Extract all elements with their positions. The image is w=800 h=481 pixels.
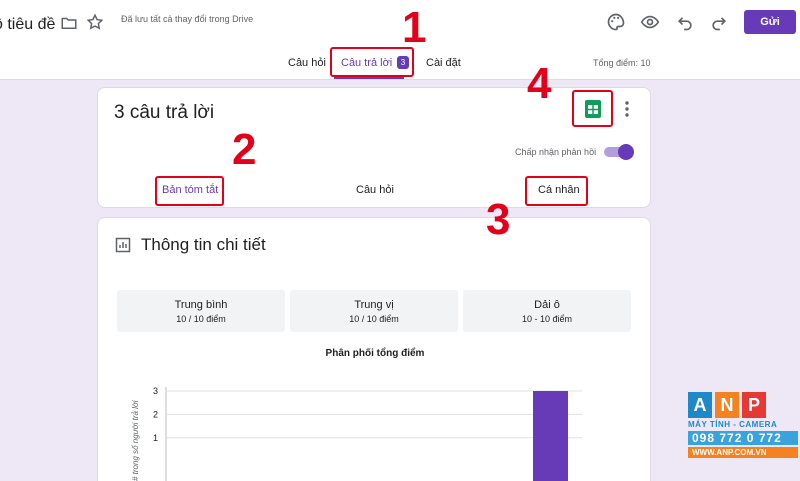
annotation-box-sheets: [572, 90, 613, 127]
undo-icon[interactable]: [675, 12, 695, 32]
more-vert-icon[interactable]: [620, 100, 634, 118]
chart-y-tick-label: 2: [153, 409, 158, 419]
watermark-letter: P: [742, 392, 766, 418]
save-status: Đã lưu tất cả thay đổi trong Drive: [121, 14, 254, 24]
chart-title: Phân phối tổng điểm: [325, 348, 425, 359]
watermark-tagline: MÁY TÍNH - CAMERA: [688, 420, 778, 429]
chart-y-tick-label: 3: [153, 386, 158, 396]
watermark-letter: A: [688, 392, 712, 418]
tab-settings[interactable]: Cài đặt: [426, 57, 461, 69]
stat-range: Dải ô 10 - 10 điểm: [463, 290, 631, 332]
toggle-knob: [618, 144, 634, 160]
annotation-number: 2: [232, 125, 257, 174]
chart-y-tick-label: 1: [153, 433, 158, 443]
stat-label: Trung vị: [354, 299, 394, 311]
accept-responses-label: Chấp nhận phản hồi: [515, 147, 597, 157]
stat-label: Dải ô: [534, 299, 560, 311]
annotation-number: 1: [402, 3, 427, 52]
stat-average: Trung bình 10 / 10 điểm: [117, 290, 285, 332]
annotation-number: 3: [486, 195, 511, 244]
star-icon[interactable]: [86, 13, 104, 31]
annotation-box-individual: [525, 176, 588, 206]
watermark-logo: A N P: [688, 392, 798, 418]
send-button[interactable]: Gửi: [744, 10, 796, 34]
responses-title: 3 câu trả lời: [114, 102, 215, 123]
chart-y-axis-label: # trong số người trả lời: [131, 400, 140, 481]
stat-value: 10 - 10 điểm: [521, 314, 573, 324]
accept-responses-toggle[interactable]: [604, 144, 634, 160]
palette-icon[interactable]: [606, 12, 626, 32]
stat-median: Trung vị 10 / 10 điểm: [290, 290, 458, 332]
watermark-letter: N: [715, 392, 739, 418]
stat-value: 10 / 10 điểm: [176, 314, 226, 324]
watermark-url: WWW.ANP.COM.VN: [688, 447, 798, 458]
annotation-number: 4: [527, 59, 552, 108]
stat-label: Trung bình: [174, 299, 228, 311]
watermark-phone: 098 772 0 772: [688, 431, 798, 445]
folder-icon[interactable]: [60, 14, 78, 32]
score-distribution-chart: # trong số người trả lời 1 2 3: [131, 386, 582, 481]
insights-icon: [115, 237, 131, 253]
stat-value: 10 / 10 điểm: [349, 314, 399, 324]
tab-questions[interactable]: Câu hỏi: [288, 57, 326, 69]
form-title[interactable]: ô tiêu đề: [0, 16, 55, 34]
subtab-question[interactable]: Câu hỏi: [356, 184, 394, 196]
insights-title: Thông tin chi tiết: [141, 235, 266, 254]
chart-bar-10: [533, 391, 568, 481]
anp-watermark: A N P MÁY TÍNH - CAMERA 098 772 0 772 WW…: [688, 392, 798, 474]
total-points: Tổng điểm: 10: [593, 58, 651, 68]
annotation-box-summary: [155, 176, 224, 206]
eye-icon[interactable]: [640, 12, 660, 32]
redo-icon[interactable]: [709, 12, 729, 32]
